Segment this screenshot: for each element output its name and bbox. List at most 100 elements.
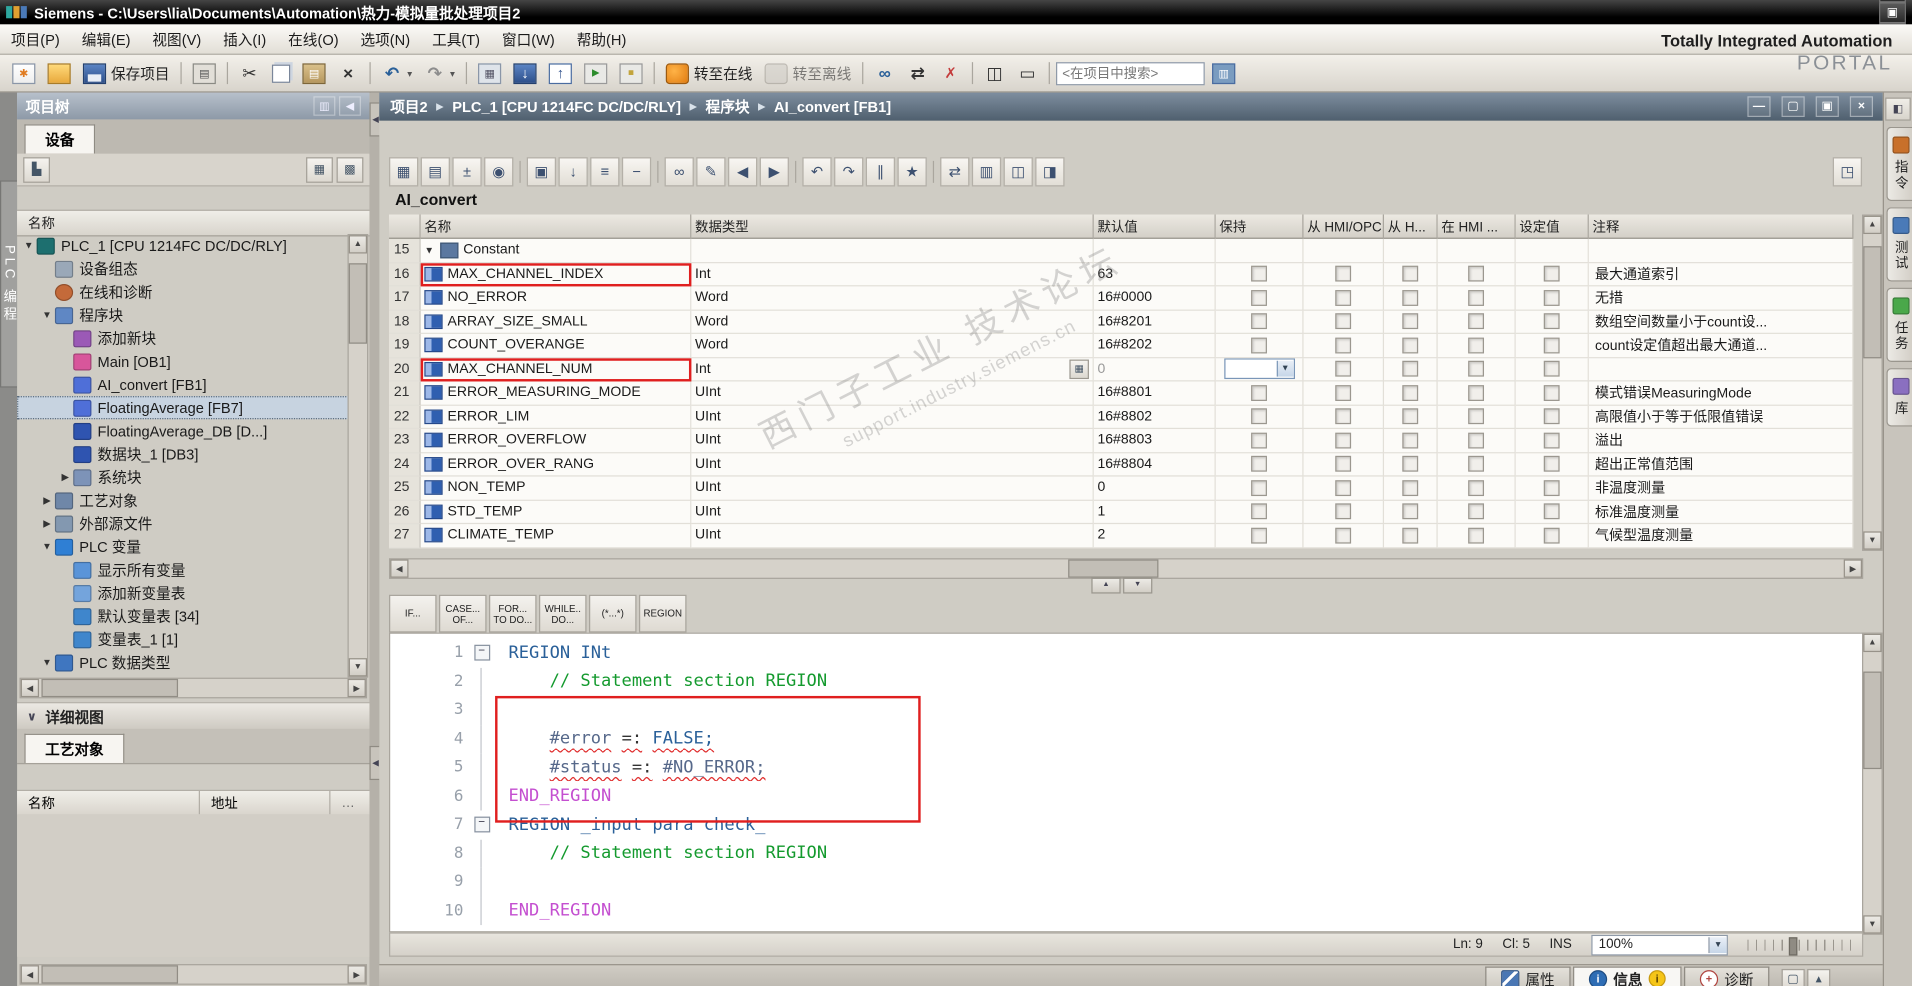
tab-technology-objects[interactable]: 工艺对象 xyxy=(24,733,125,763)
cell-default-value[interactable]: 16#8201 xyxy=(1093,310,1216,334)
cell-hmi-visible[interactable] xyxy=(1437,238,1516,263)
hmi-visible-checkbox[interactable] xyxy=(1468,527,1485,544)
expand-all-icon[interactable]: ≡ xyxy=(590,157,620,187)
zoom-dropdown-icon[interactable]: ▼ xyxy=(1708,936,1727,953)
breadcrumb-segment[interactable]: PLC_1 [CPU 1214FC DC/DC/RLY] xyxy=(452,98,681,115)
cell-name[interactable]: ERROR_OVERFLOW xyxy=(420,429,692,453)
split-editor-vertical-icon[interactable]: ▭ xyxy=(1012,57,1042,89)
scroll-track[interactable] xyxy=(408,559,1843,578)
tree-item[interactable]: ▼ PLC 数据类型 xyxy=(17,651,349,674)
save-project-button[interactable]: 保存项目 xyxy=(78,57,174,89)
header-cell[interactable]: 在 HMI ... xyxy=(1437,214,1516,239)
header-cell[interactable]: 设定值 xyxy=(1515,214,1589,239)
editor-settings-icon[interactable]: ◨ xyxy=(1035,157,1065,187)
hmi-write-checkbox[interactable] xyxy=(1402,266,1419,282)
tree-item[interactable]: ▼ PLC 变量 xyxy=(17,535,349,558)
dropdown-caret-icon[interactable]: ▾ xyxy=(450,68,455,79)
tree-item[interactable]: ▼ PLC_1 [CPU 1214FC DC/DC/RLY] xyxy=(17,234,349,257)
cell-hmi-visible[interactable] xyxy=(1437,381,1516,406)
cell-hmi-write[interactable] xyxy=(1384,476,1438,501)
hmi-visible-checkbox[interactable] xyxy=(1468,503,1485,520)
hmi-write-checkbox[interactable] xyxy=(1402,408,1419,425)
scroll-track[interactable] xyxy=(348,254,368,659)
cell-hmi-write[interactable] xyxy=(1384,381,1438,406)
favorites-icon[interactable]: ★ xyxy=(897,157,927,187)
scroll-thumb[interactable] xyxy=(1863,671,1882,770)
code-vertical-scrollbar[interactable]: ▲ ▼ xyxy=(1862,632,1883,935)
restore-app-icon[interactable]: ▣ xyxy=(1879,1,1906,23)
cell-name[interactable]: ARRAY_SIZE_SMALL xyxy=(420,310,692,334)
setpoint-checkbox[interactable] xyxy=(1543,313,1560,330)
open-project-icon[interactable] xyxy=(43,57,76,89)
cell-hmi-write[interactable] xyxy=(1384,238,1438,263)
details-address-column[interactable]: 地址 xyxy=(200,791,331,816)
cell-name[interactable]: MAX_CHANNEL_NUM xyxy=(420,357,692,382)
cell-hmi-visible[interactable] xyxy=(1437,429,1516,453)
retain-checkbox[interactable] xyxy=(1251,527,1267,544)
hmi-visible-checkbox[interactable] xyxy=(1468,361,1485,377)
expand-down-icon[interactable]: ▼ xyxy=(1123,577,1153,593)
scroll-left-icon[interactable]: ◀ xyxy=(20,678,40,698)
setpoint-checkbox[interactable] xyxy=(1543,527,1560,544)
copy-snapshots-icon[interactable]: ▣ xyxy=(526,157,557,187)
cell-name[interactable]: NO_ERROR xyxy=(420,286,692,311)
expander-icon[interactable]: ▶ xyxy=(40,495,53,506)
hmi-opc-checkbox[interactable] xyxy=(1335,266,1352,282)
setpoint-checkbox[interactable] xyxy=(1543,479,1560,496)
cell-default-value[interactable]: 16#0000 xyxy=(1093,286,1216,311)
cell-default-value[interactable]: 0 xyxy=(1093,476,1216,501)
menu-item-P[interactable]: 项目(P) xyxy=(0,24,71,54)
tree-item[interactable]: ▼ 程序块 xyxy=(17,303,349,326)
cell-hmi-visible[interactable] xyxy=(1437,405,1516,430)
cell-hmi-visible[interactable] xyxy=(1437,262,1516,287)
scroll-down-icon[interactable]: ▼ xyxy=(1863,915,1882,934)
hmi-visible-checkbox[interactable] xyxy=(1468,432,1485,449)
cell-default-value[interactable]: 1 xyxy=(1093,500,1216,525)
details-view-header[interactable]: ∨ 详细视图 xyxy=(17,702,370,732)
hmi-visible-checkbox[interactable] xyxy=(1468,456,1485,472)
copy-icon[interactable] xyxy=(267,57,295,89)
cell-name[interactable]: STD_TEMP xyxy=(420,500,692,525)
cell-name[interactable]: MAX_CHANNEL_INDEX xyxy=(420,262,692,287)
cell-comment[interactable]: 数组空间数量小于count设... xyxy=(1588,310,1854,334)
cell-hmi-write[interactable] xyxy=(1384,262,1438,287)
cell-hmi-opc[interactable] xyxy=(1303,381,1385,406)
fold-toggle-icon[interactable]: − xyxy=(473,645,490,661)
cell-comment[interactable]: 溢出 xyxy=(1588,429,1854,453)
cell-datatype[interactable]: Int xyxy=(691,262,1094,287)
snippet-tab-region[interactable]: REGION xyxy=(638,594,687,633)
scroll-left-icon[interactable]: ◀ xyxy=(390,559,409,578)
cell-hmi-opc[interactable] xyxy=(1303,333,1385,358)
taskcard-tab-库[interactable]: 库 xyxy=(1886,368,1912,427)
hmi-opc-checkbox[interactable] xyxy=(1335,361,1352,377)
cell-retain[interactable] xyxy=(1215,381,1304,406)
modify-value-icon[interactable]: ✎ xyxy=(696,157,726,187)
cut-icon[interactable]: ✂ xyxy=(234,57,264,89)
cell-comment[interactable]: 最大通道索引 xyxy=(1588,262,1854,287)
tree-item[interactable]: FloatingAverage_DB [D...] xyxy=(17,419,349,442)
stop-cpu-icon[interactable]: ■ xyxy=(615,57,648,89)
code-line[interactable]: 10 END_REGION xyxy=(390,896,1862,925)
retain-checkbox[interactable] xyxy=(1251,432,1267,449)
scroll-track[interactable] xyxy=(1863,234,1882,531)
load-start-values-icon[interactable]: ↓ xyxy=(558,157,588,187)
cell-comment[interactable]: 超出正常值范围 xyxy=(1588,452,1854,477)
table-row[interactable]: 27 CLIMATE_TEMP UInt 2 气候型温度测量 xyxy=(388,524,1854,548)
retain-checkbox[interactable] xyxy=(1251,503,1267,520)
cell-datatype[interactable]: UInt xyxy=(691,381,1094,406)
cell-hmi-opc[interactable] xyxy=(1303,310,1385,334)
restore-editor-icon[interactable]: ▢ xyxy=(1781,96,1805,118)
monitor-icon[interactable]: ∞ xyxy=(870,57,900,89)
hmi-write-checkbox[interactable] xyxy=(1402,456,1419,472)
cell-name[interactable]: ERROR_OVER_RANG xyxy=(420,452,692,477)
header-cell[interactable]: 保持 xyxy=(1215,214,1304,239)
tree-item[interactable]: 添加新变量表 xyxy=(17,581,349,604)
scroll-up-icon[interactable]: ▲ xyxy=(1863,633,1882,653)
tree-item[interactable]: ▶ 外部源文件 xyxy=(17,512,349,535)
header-cell[interactable]: 从 H... xyxy=(1384,214,1438,239)
download-to-device-icon[interactable]: ↓ xyxy=(509,57,542,89)
scroll-down-icon[interactable]: ▼ xyxy=(348,658,368,677)
maximize-editor-icon[interactable]: ▣ xyxy=(1815,96,1839,118)
scroll-right-icon[interactable]: ▶ xyxy=(1843,559,1863,578)
tree-item[interactable]: ▶ 工艺对象 xyxy=(17,489,349,512)
